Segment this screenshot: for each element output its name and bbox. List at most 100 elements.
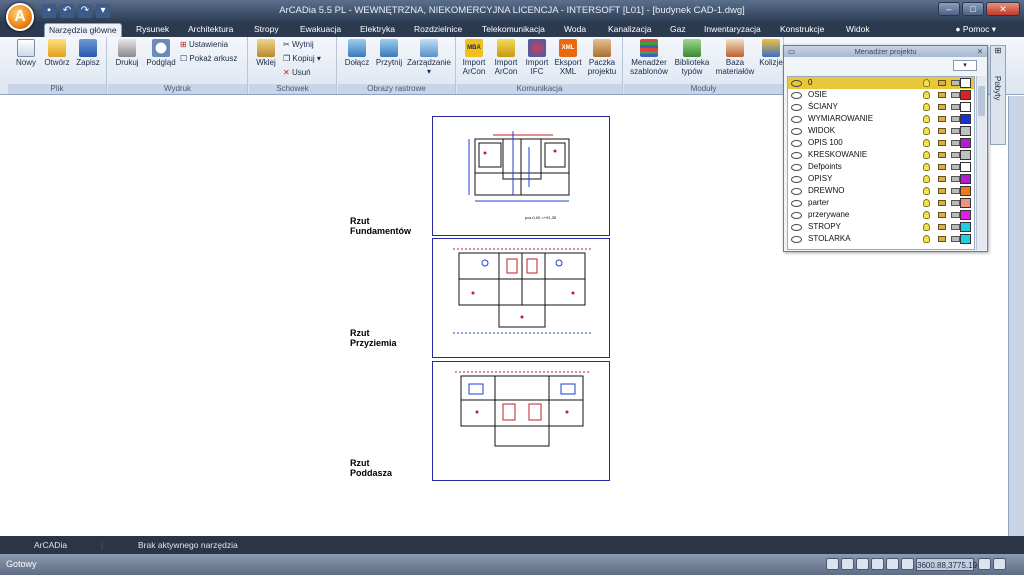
layer-visibility-icon[interactable] [791, 236, 802, 243]
bulb-icon[interactable] [923, 235, 930, 243]
tab-2[interactable]: Architektura [184, 23, 237, 37]
layer-visibility-icon[interactable] [791, 200, 802, 207]
bulb-icon[interactable] [923, 127, 930, 135]
plan-sheet-poddasze[interactable] [432, 361, 610, 481]
layer-color-swatch[interactable] [960, 186, 971, 196]
export-xml-button[interactable]: XML Eksport XML [553, 39, 583, 76]
template-manager-button[interactable]: Menadżer szablonów [628, 39, 670, 76]
layer-color-swatch[interactable] [960, 102, 971, 112]
lock-icon[interactable] [938, 128, 946, 134]
layer-row[interactable]: OPISY [788, 173, 974, 185]
manage-images-button[interactable]: Zarządzanie ▾ [406, 39, 452, 76]
delete-button[interactable]: ✕ Usuń [283, 68, 311, 78]
bulb-icon[interactable] [923, 79, 930, 87]
cut-button[interactable]: ✂ Wytnij [283, 40, 314, 50]
tab-8[interactable]: Woda [560, 23, 590, 37]
printer-icon[interactable] [951, 212, 960, 218]
tab-5[interactable]: Elektryka [356, 23, 399, 37]
printer-icon[interactable] [951, 116, 960, 122]
layer-color-swatch[interactable] [960, 210, 971, 220]
printer-icon[interactable] [951, 128, 960, 134]
layer-color-swatch[interactable] [960, 78, 971, 88]
lock-icon[interactable] [938, 92, 946, 98]
polar-toggle-icon[interactable] [871, 558, 884, 570]
tab-4[interactable]: Ewakuacja [296, 23, 345, 37]
print-button[interactable]: Drukuj [112, 39, 142, 67]
layer-list[interactable]: 0 OSIE ŚCIANY WYMIAROWANIE WIDOK OPIS 100 KRES… [787, 76, 975, 250]
layer-color-swatch[interactable] [960, 162, 971, 172]
lock-icon[interactable] [938, 164, 946, 170]
layer-visibility-icon[interactable] [791, 188, 802, 195]
lock-icon[interactable] [938, 80, 946, 86]
bulb-icon[interactable] [923, 91, 930, 99]
layer-row[interactable]: KRESKOWANIE [788, 149, 974, 161]
layer-visibility-icon[interactable] [791, 104, 802, 111]
printer-icon[interactable] [951, 92, 960, 98]
side-panel-tab[interactable]: ⊞ Pobyty [990, 45, 1006, 145]
plan-sheet-przyziemie[interactable] [432, 238, 610, 358]
plan-sheet-fundamenty[interactable]: poz.0,00 =+91,35 [432, 116, 610, 236]
import-ifc-button[interactable]: Import IFC [523, 39, 551, 76]
bulb-icon[interactable] [923, 103, 930, 111]
printer-icon[interactable] [951, 164, 960, 170]
lock-icon[interactable] [938, 212, 946, 218]
lock-icon[interactable] [938, 176, 946, 182]
import-arcon-plus-button[interactable]: Import ArCon [490, 39, 522, 76]
bulb-icon[interactable] [923, 199, 930, 207]
layer-color-swatch[interactable] [960, 198, 971, 208]
layer-visibility-icon[interactable] [791, 140, 802, 147]
layer-color-swatch[interactable] [960, 222, 971, 232]
layer-visibility-icon[interactable] [791, 128, 802, 135]
layer-list-scrollbar[interactable] [976, 76, 986, 250]
layer-color-swatch[interactable] [960, 150, 971, 160]
ortho-toggle-icon[interactable] [856, 558, 869, 570]
bulb-icon[interactable] [923, 211, 930, 219]
fullscreen-icon[interactable] [993, 558, 1006, 570]
tab-3[interactable]: Stropy [250, 23, 283, 37]
paste-button[interactable]: Wklej [253, 39, 279, 67]
layer-row[interactable]: przerywane [788, 209, 974, 221]
layer-visibility-icon[interactable] [791, 80, 802, 87]
tab-13[interactable]: Widok [842, 23, 874, 37]
close-button[interactable]: ✕ [986, 2, 1020, 16]
grid-toggle-icon[interactable] [841, 558, 854, 570]
layer-row[interactable]: STOLARKA [788, 233, 974, 245]
new-button[interactable]: Nowy [14, 39, 38, 67]
printer-icon[interactable] [951, 104, 960, 110]
layer-color-swatch[interactable] [960, 138, 971, 148]
tab-9[interactable]: Kanalizacja [604, 23, 655, 37]
printer-icon[interactable] [951, 224, 960, 230]
layer-row[interactable]: 0 [788, 77, 974, 89]
lock-icon[interactable] [938, 152, 946, 158]
show-sheet-checkbox[interactable]: ☐ Pokaż arkusz [180, 54, 237, 64]
layer-color-swatch[interactable] [960, 90, 971, 100]
printer-icon[interactable] [951, 152, 960, 158]
open-button[interactable]: Otwórz [42, 39, 72, 67]
layer-row[interactable]: WIDOK [788, 125, 974, 137]
layer-visibility-icon[interactable] [791, 224, 802, 231]
layer-visibility-icon[interactable] [791, 116, 802, 123]
tab-6[interactable]: Rozdzielnice [410, 23, 466, 37]
print-settings-button[interactable]: ⊞ Ustawienia [180, 40, 228, 50]
tab-7[interactable]: Telekomunikacja [478, 23, 549, 37]
layer-filter-dropdown[interactable]: ▾ [953, 60, 977, 71]
panel-options-icon[interactable]: ▭ [788, 46, 795, 57]
layer-visibility-icon[interactable] [791, 92, 802, 99]
panel-close-icon[interactable]: ✕ [977, 46, 983, 57]
maximize-button[interactable]: □ [962, 2, 984, 16]
status-menu-icon[interactable] [978, 558, 991, 570]
scrollbar-thumb[interactable] [978, 86, 985, 116]
clip-image-button[interactable]: Przytnij [372, 39, 406, 67]
save-button[interactable]: Zapisz [74, 39, 102, 67]
layer-row[interactable]: STROPY [788, 221, 974, 233]
bulb-icon[interactable] [923, 139, 930, 147]
tab-1[interactable]: Rysunek [132, 23, 173, 37]
type-library-button[interactable]: Biblioteka typów [672, 39, 712, 76]
project-manager-header[interactable]: ▭ Menadżer projektu ✕ [784, 46, 987, 57]
tab-10[interactable]: Gaz [666, 23, 690, 37]
layer-color-swatch[interactable] [960, 126, 971, 136]
snap-toggle-icon[interactable] [826, 558, 839, 570]
printer-icon[interactable] [951, 176, 960, 182]
layer-row[interactable]: ŚCIANY [788, 101, 974, 113]
lock-icon[interactable] [938, 188, 946, 194]
